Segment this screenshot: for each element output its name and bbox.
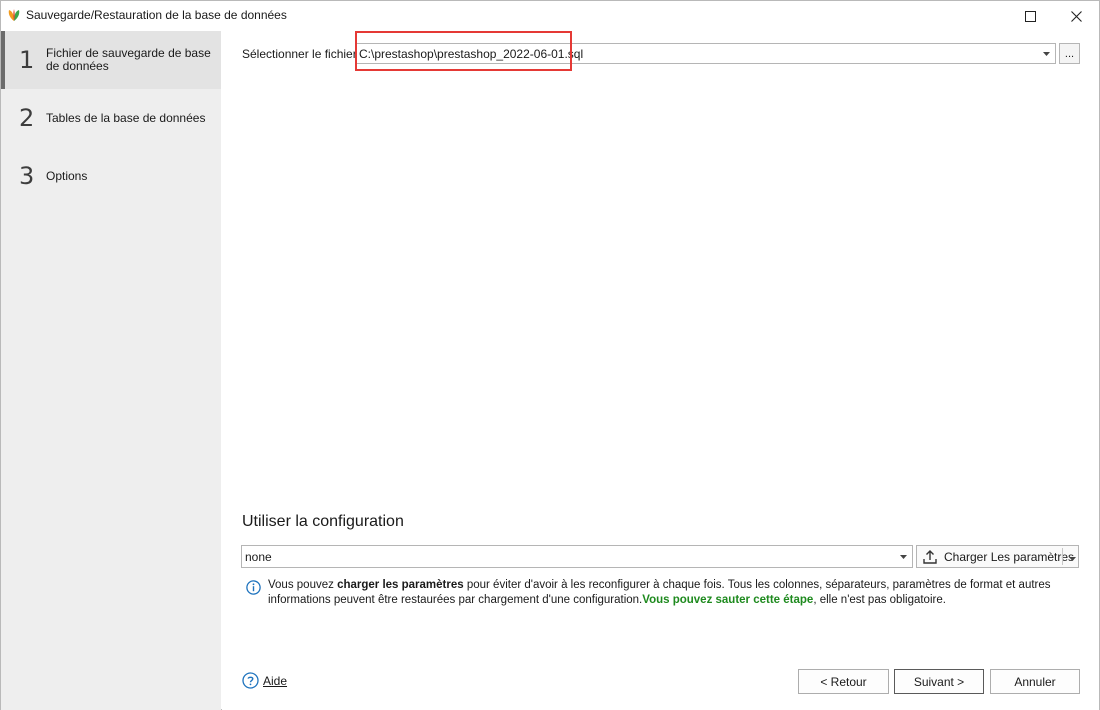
upload-icon: [923, 549, 937, 564]
back-button[interactable]: < Retour: [798, 669, 889, 694]
help-label: Aide: [263, 673, 288, 688]
info-icon: [246, 580, 261, 595]
chevron-down-icon[interactable]: [1037, 44, 1055, 63]
close-icon: [1070, 10, 1082, 22]
next-button[interactable]: Suivant >: [894, 669, 984, 694]
main-panel: Sélectionner le fichier C:\prestashop\pr…: [222, 31, 1099, 710]
info-text-part: , elle n'est pas obligatoire.: [813, 594, 946, 606]
config-section-title: Utiliser la configuration: [242, 513, 404, 530]
step-backup-file[interactable]: 1 Fichier de sauvegarde de base de donné…: [1, 31, 221, 89]
split-divider: [1062, 548, 1063, 565]
step-label: Fichier de sauvegarde de base de données: [46, 46, 211, 73]
window-title: Sauvegarde/Restauration de la base de do…: [26, 8, 287, 22]
file-path-value: C:\prestashop\prestashop_2022-06-01.sql: [359, 47, 584, 61]
close-button[interactable]: [1053, 1, 1099, 31]
chevron-down-icon[interactable]: [894, 546, 912, 567]
step-database-tables[interactable]: 2 Tables de la base de données: [1, 89, 221, 147]
step-number: 2: [19, 104, 35, 132]
info-text-green: Vous pouvez sauter cette étape: [642, 594, 814, 606]
cancel-button[interactable]: Annuler: [990, 669, 1080, 694]
browse-file-button[interactable]: ...: [1059, 43, 1080, 64]
restore-dialog: Sauvegarde/Restauration de la base de do…: [0, 0, 1100, 710]
info-text-part: Vous pouvez: [268, 579, 338, 591]
step-number: 1: [19, 46, 35, 74]
title-bar: Sauvegarde/Restauration de la base de do…: [1, 1, 1099, 31]
load-settings-button[interactable]: Charger Les paramètres: [916, 545, 1079, 568]
config-combobox[interactable]: none: [241, 545, 913, 568]
maximize-icon: [1024, 10, 1036, 22]
app-logo-icon: [8, 9, 20, 21]
help-link[interactable]: Aide: [242, 672, 287, 689]
step-number: 3: [19, 162, 35, 190]
maximize-button[interactable]: [1007, 1, 1053, 31]
step-options[interactable]: 3 Options: [1, 147, 221, 205]
file-select-label: Sélectionner le fichier: [242, 47, 357, 61]
load-settings-label: Charger Les paramètres: [944, 549, 1075, 564]
info-text-bold: charger les paramètres: [337, 579, 464, 591]
chevron-down-icon[interactable]: [1069, 550, 1076, 564]
config-value: none: [245, 550, 272, 564]
wizard-steps-sidebar: 1 Fichier de sauvegarde de base de donné…: [1, 31, 221, 710]
file-path-combobox[interactable]: C:\prestashop\prestashop_2022-06-01.sql: [355, 43, 1056, 64]
info-text: Vous pouvez charger les paramètres pour …: [268, 578, 1083, 608]
step-label: Tables de la base de données: [46, 110, 206, 125]
help-icon: [242, 672, 259, 689]
step-label: Options: [46, 168, 88, 183]
